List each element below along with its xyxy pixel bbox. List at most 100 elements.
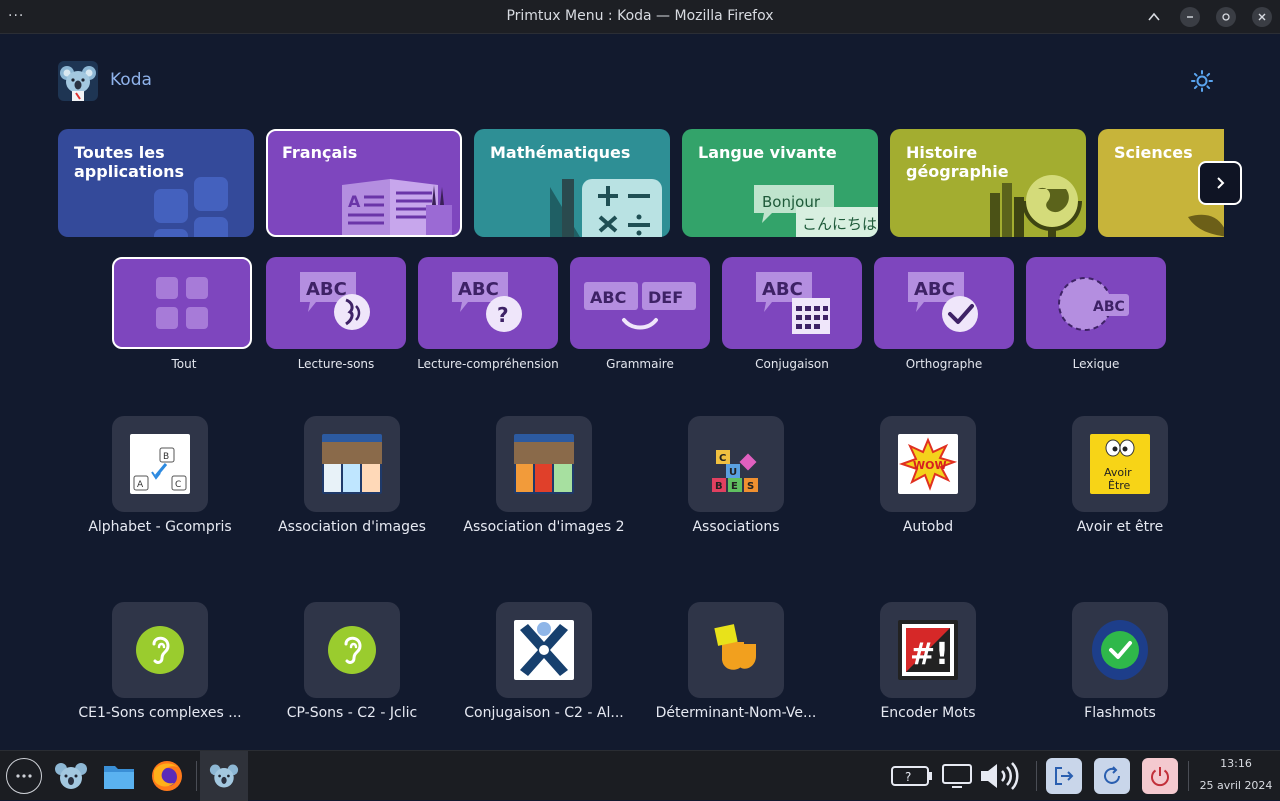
clock-date[interactable]: 25 avril 2024 [1196, 779, 1276, 792]
restart-icon [1104, 766, 1120, 784]
taskbar-firefox[interactable] [150, 759, 184, 793]
app-determinant-nom-verbe[interactable] [688, 602, 784, 698]
speaker-icon [981, 762, 1019, 790]
svg-text:ABC: ABC [590, 288, 626, 307]
window-titlebar: ··· Primtux Menu : Koda — Mozilla Firefo… [0, 0, 1280, 34]
window-keep-above-button[interactable] [1144, 7, 1164, 27]
app-launcher-button[interactable] [6, 758, 42, 794]
subcategory-orthographe[interactable]: ABC [874, 257, 1014, 349]
svg-text:C: C [719, 453, 726, 464]
monitor-icon [942, 764, 972, 788]
abc-speaking-icon: ABC [300, 272, 370, 330]
subcategory-label: Grammaire [606, 357, 674, 371]
volume-control[interactable] [978, 759, 1024, 793]
subcategory-tout[interactable] [112, 257, 252, 349]
ear-icon [328, 626, 376, 674]
app-encoder-mots[interactable]: #! [880, 602, 976, 698]
clock-time[interactable]: 13:16 [1200, 757, 1272, 770]
subcategory-lecture-comprehension[interactable]: ABC ? [418, 257, 558, 349]
taskbar-koda[interactable] [54, 759, 88, 793]
speech-bubbles-icon: Bonjour こんにちは [754, 185, 878, 237]
subcategory-label: Lexique [1072, 357, 1120, 371]
profile-avatar[interactable] [58, 61, 98, 101]
svg-text:DEF: DEF [648, 288, 683, 307]
category-all-apps[interactable]: Toutes les applications [58, 129, 254, 237]
grid-icon [154, 177, 228, 237]
close-icon [1258, 13, 1266, 21]
category-histoire-geographie[interactable]: Histoire géographie [890, 129, 1086, 237]
category-next-button[interactable] [1198, 161, 1242, 205]
calculator-icon [550, 179, 662, 237]
app-label: Association d'images [278, 519, 426, 535]
svg-text:C: C [175, 480, 181, 490]
app-label: CP-Sons - C2 - Jclic [286, 705, 418, 721]
network-icon [520, 622, 568, 676]
app-flashmots[interactable] [1072, 602, 1168, 698]
app-avoir-et-etre[interactable]: Avoir Être [1072, 416, 1168, 512]
category-mathematiques[interactable]: Mathématiques [474, 129, 670, 237]
svg-text:#!: #! [910, 637, 949, 672]
app-autobd[interactable]: WOW [880, 416, 976, 512]
category-label: Français [282, 143, 358, 162]
app-alphabet-gcompris[interactable]: B A C [112, 416, 208, 512]
app-ce1-sons-complexes[interactable] [112, 602, 208, 698]
window-maximize-button[interactable] [1216, 7, 1236, 27]
taskbar-separator [1036, 761, 1037, 791]
open-book-icon: A [342, 179, 452, 235]
category-langue-vivante[interactable]: Langue vivante Bonjour こんにちは [682, 129, 878, 237]
subcategory-lecture-sons[interactable]: ABC [266, 257, 406, 349]
restart-button[interactable] [1094, 758, 1130, 794]
svg-text:S: S [747, 481, 754, 492]
taskbar-active-window[interactable] [200, 751, 248, 801]
app-label: Autobd [902, 519, 954, 535]
power-icon [1151, 767, 1169, 787]
abc-question-icon: ABC ? [452, 272, 522, 332]
dots-icon [16, 774, 32, 778]
check-badge-icon [1092, 620, 1148, 680]
profile-name[interactable]: Koda [110, 70, 152, 90]
app-association-images[interactable] [304, 416, 400, 512]
app-label: Déterminant-Nom-Ve... [655, 705, 817, 721]
svg-text:?: ? [497, 303, 509, 327]
battery-indicator[interactable]: ? [890, 759, 934, 793]
firefox-icon [152, 761, 182, 791]
app-label: Alphabet - Gcompris [88, 519, 232, 535]
subcategory-grammaire[interactable]: ABC DEF [570, 257, 710, 349]
app-associations[interactable]: C U B E S [688, 416, 784, 512]
svg-text:B: B [715, 481, 723, 492]
window-close-button[interactable] [1252, 7, 1272, 27]
folder-icon [104, 766, 134, 789]
avoir-etre-icon: Avoir Être [1104, 439, 1135, 492]
association-images-icon [322, 434, 382, 492]
app-association-images-2[interactable] [496, 416, 592, 512]
taskbar: ? 13:16 25 avril 2024 [0, 750, 1280, 801]
display-settings[interactable] [940, 759, 974, 793]
svg-text:ABC: ABC [458, 279, 499, 300]
subcategory-lexique[interactable]: ABC [1026, 257, 1166, 349]
minimize-icon [1187, 16, 1193, 18]
svg-text:A: A [137, 480, 144, 490]
sun-icon [1191, 70, 1213, 92]
alphabet-icon: B A C [133, 447, 187, 491]
theme-toggle-button[interactable] [1188, 67, 1216, 95]
taskbar-file-manager[interactable] [102, 759, 136, 793]
chevron-up-icon [1148, 12, 1160, 21]
app-conjugaison-c2[interactable] [496, 602, 592, 698]
abc-check-icon: ABC [908, 272, 978, 332]
app-label: Association d'images 2 [463, 519, 625, 535]
logout-button[interactable] [1046, 758, 1082, 794]
window-minimize-button[interactable] [1180, 7, 1200, 27]
shapes-icon [714, 624, 756, 670]
subcategory-conjugaison[interactable]: ABC [722, 257, 862, 349]
subcategory-label: Tout [171, 357, 197, 371]
svg-text:ABC: ABC [762, 279, 803, 300]
abc-circle-icon: ABC [1058, 277, 1129, 331]
svg-text:?: ? [905, 770, 911, 784]
svg-text:Avoir: Avoir [1104, 466, 1132, 479]
app-cp-sons-jclic[interactable] [304, 602, 400, 698]
shutdown-button[interactable] [1142, 758, 1178, 794]
category-francais[interactable]: Français A [266, 129, 462, 237]
abc-calendar-icon: ABC [756, 272, 830, 334]
app-label: Associations [692, 519, 780, 535]
koala-icon [209, 764, 239, 788]
